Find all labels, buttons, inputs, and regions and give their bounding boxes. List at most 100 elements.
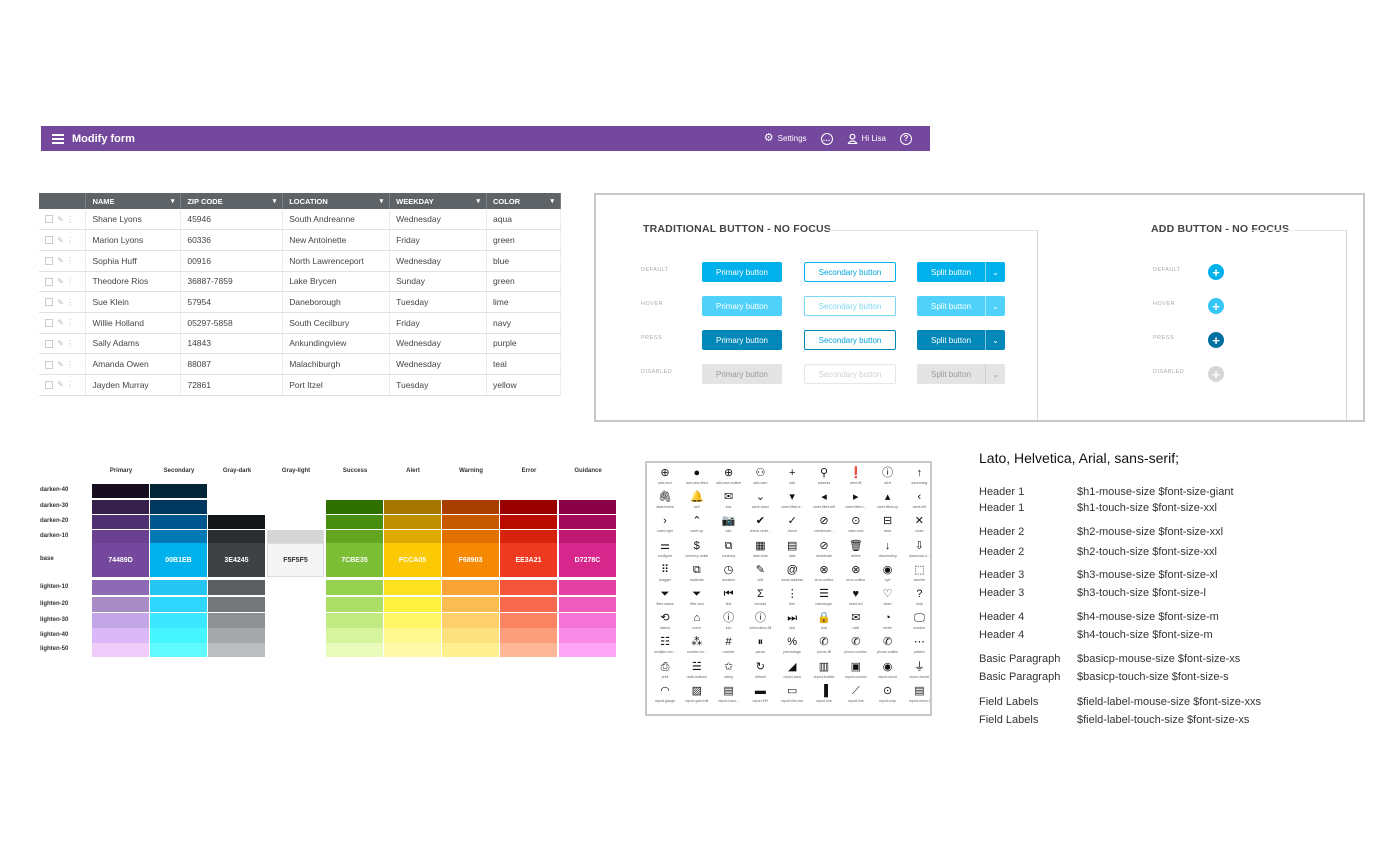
icon-cell[interactable]: ▦ date-time [744,540,776,564]
icon-cell[interactable]: ✓ check [776,515,808,539]
icon-cell[interactable]: 📷 cart [713,515,745,539]
icon-cell[interactable]: ▴ caret-filled-up [872,491,904,515]
primary-button[interactable]: Primary button [702,296,782,316]
icon-cell[interactable]: ⊙ report-map [872,685,904,709]
icon-cell[interactable]: ⌃ caret-up [681,515,713,539]
table-row[interactable]: ✎⋮ Marion Lyons 60336 New Antoinette Friday g… [39,229,561,251]
icon-cell[interactable]: ✔ check-circle... [744,515,776,539]
table-row[interactable]: ✎⋮ Sally Adams 14843 Ankundingview Wednesday… [39,333,561,355]
row-checkbox[interactable] [45,339,53,348]
icon-cell[interactable]: ☰ hamburger [808,588,840,612]
icon-cell[interactable]: ⏷ filter-tool [681,588,713,612]
secondary-button[interactable]: Secondary button [804,330,896,350]
icon-cell[interactable]: ⊗ error-outline [840,564,872,588]
icon-cell[interactable]: % percentage [776,636,808,660]
caret-down-icon[interactable]: ▾ [171,197,175,205]
icon-cell[interactable]: ⏚ report-funnel [903,661,930,685]
icon-cell[interactable]: ⠿ dragger [649,564,681,588]
more-vertical-icon[interactable]: ⋮ [66,277,76,286]
edit-icon[interactable]: ✎ [53,277,66,286]
more-vertical-icon[interactable]: ⋮ [66,380,76,389]
icon-cell[interactable]: 🖵 monitor [903,612,930,636]
icon-cell[interactable]: ⧉ duplicate [681,564,713,588]
edit-icon[interactable]: ✎ [53,236,66,245]
icon-cell[interactable]: ◂ caret-filled-left [808,491,840,515]
icon-cell[interactable]: ✕ close [903,515,930,539]
icon-cell[interactable]: ⓘ info [713,612,745,636]
icon-cell[interactable]: ⬚ favorite [903,564,930,588]
row-checkbox[interactable] [45,360,53,369]
primary-button[interactable]: Primary button [702,330,782,350]
icon-cell[interactable]: ◷ duration [713,564,745,588]
icon-cell[interactable]: ✆ phone-outline [872,636,904,660]
table-row[interactable]: ✎⋮ Sophia Huff 00916 North Lawrenceport Wedn… [39,250,561,272]
icon-cell[interactable]: ◔ meter [872,612,904,636]
icon-cell[interactable]: + add [776,467,808,491]
icon-cell[interactable]: ⊕ add-mini [649,467,681,491]
icon-cell[interactable]: ▣ report-column [840,661,872,685]
icon-cell[interactable]: ⚲ address [808,467,840,491]
icon-cell[interactable]: ⌂ home [681,612,713,636]
chevron-down-icon[interactable]: ⌄ [985,330,1005,350]
icon-cell[interactable]: ✉ mail [840,612,872,636]
icon-cell[interactable]: ⊘ deactivate [808,540,840,564]
table-row[interactable]: ✎⋮ Shane Lyons 45946 South Andreanne Wednesd… [39,209,561,231]
icon-cell[interactable]: ⚌ configure [649,540,681,564]
row-checkbox[interactable] [45,236,53,245]
secondary-button[interactable]: Secondary button [804,296,896,316]
icon-cell[interactable]: ⁂ number-for... [681,636,713,660]
icon-cell[interactable]: ⏸ pause [744,636,776,660]
column-header-color[interactable]: COLOR ▾ [486,193,561,209]
column-header-weekday[interactable]: WEEKDAY ▾ [389,193,488,209]
icon-cell[interactable]: ▾ caret-filled-d... [776,491,808,515]
icon-cell[interactable]: ✩ rating [713,661,745,685]
row-checkbox[interactable] [45,257,53,266]
caret-down-icon[interactable]: ▾ [477,197,481,205]
chat-button[interactable]: … [820,132,833,145]
icon-cell[interactable]: 🔔 bell [681,491,713,515]
icon-cell[interactable]: ▸ caret-filled-r... [840,491,872,515]
column-header-name[interactable]: NAME ▾ [85,193,182,209]
icon-cell[interactable]: # number [713,636,745,660]
icon-cell[interactable]: ▤ report-horiz... [713,685,745,709]
icon-cell[interactable]: ⏮ first [713,588,745,612]
split-button[interactable]: Split button ⌄ [917,296,1005,316]
icon-cell[interactable]: ✉ box [713,491,745,515]
icon-cell[interactable]: ⎙ print [649,661,681,685]
column-header-location[interactable]: LOCATION ▾ [282,193,391,209]
caret-down-icon[interactable]: ▾ [273,197,277,205]
icon-cell[interactable]: ⌄ caret-down [744,491,776,515]
icon-cell[interactable]: ♡ heart [872,588,904,612]
icon-cell[interactable]: ⊕ add-new-outline [713,467,745,491]
icon-cell[interactable]: ☷ multiple-che... [649,636,681,660]
more-vertical-icon[interactable]: ⋮ [66,360,76,369]
icon-cell[interactable]: ▬ report-KPI [744,685,776,709]
icon-cell[interactable]: ⊟ clear [872,515,904,539]
icon-cell[interactable]: ✆ phone-fill [808,636,840,660]
icon-cell[interactable]: @ email-address [776,564,808,588]
icon-cell[interactable]: ● add-new-filled [681,467,713,491]
more-vertical-icon[interactable]: ⋮ [66,215,76,224]
icon-cell[interactable]: ? help [903,588,930,612]
edit-icon[interactable]: ✎ [53,318,66,327]
icon-cell[interactable]: ◉ report-donut [872,661,904,685]
caret-down-icon[interactable]: ▾ [550,197,554,205]
column-header-zip-code[interactable]: ZIP CODE ▾ [180,193,284,209]
row-checkbox[interactable] [45,277,53,286]
icon-cell[interactable]: ✆ phone-number [840,636,872,660]
chevron-down-icon[interactable]: ⌄ [985,296,1005,316]
icon-cell[interactable]: ◠ report-gauge [649,685,681,709]
more-vertical-icon[interactable]: ⋮ [66,318,76,327]
table-row[interactable]: ✎⋮ Willie Holland 05297-5858 South Cecilbur… [39,312,561,334]
row-checkbox[interactable] [45,215,53,224]
icon-cell[interactable]: ⏷ filter-status [649,588,681,612]
table-row[interactable]: ✎⋮ Amanda Owen 88087 Malachiburgh Wednesday t… [39,353,561,375]
icon-cell[interactable]: ⊗ error-outline [808,564,840,588]
row-checkbox[interactable] [45,381,53,390]
icon-cell[interactable]: ▤ report-menu-f [903,685,930,709]
settings-button[interactable]: ⚙ Settings [764,133,807,144]
edit-icon[interactable]: ✎ [53,360,66,369]
icon-cell[interactable]: ▥ report-bubble [808,661,840,685]
icon-cell[interactable]: 🔒 lock [808,612,840,636]
add-button[interactable]: + [1208,332,1224,348]
